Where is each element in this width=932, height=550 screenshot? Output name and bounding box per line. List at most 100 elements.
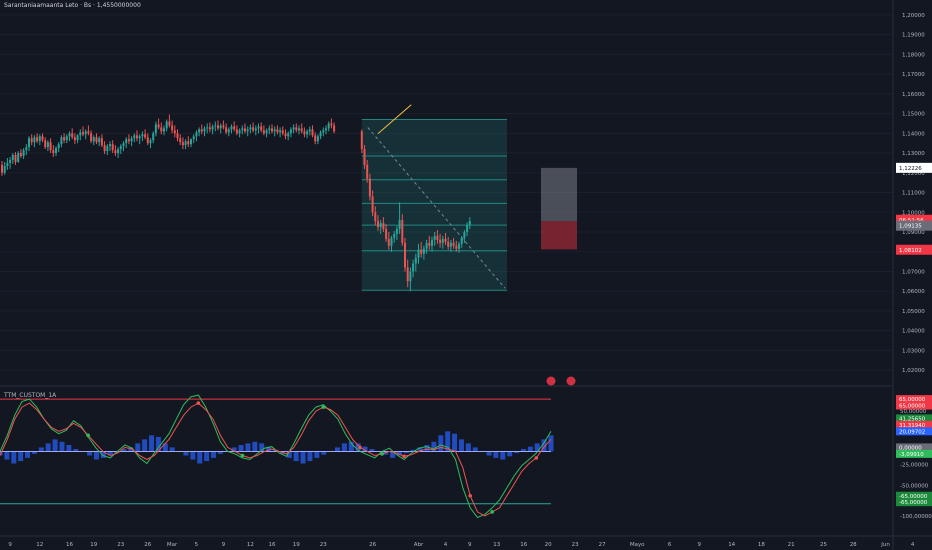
candle-body [233, 126, 236, 130]
histogram-bar [465, 443, 471, 452]
candle-body [200, 129, 203, 132]
candle-body [284, 133, 287, 137]
candle-body [360, 131, 363, 150]
time-tick-label: 12 [247, 542, 254, 548]
time-tick-label: Mar [167, 542, 178, 548]
candle-body [241, 128, 244, 131]
histogram-bar [204, 451, 210, 462]
candle-body [87, 131, 90, 134]
event-icon [566, 376, 576, 386]
candle-body [322, 130, 325, 133]
candle-body [68, 133, 71, 137]
price-tick-label: 1,06000 [902, 289, 925, 295]
histogram-bar [52, 439, 58, 452]
oscillator-pane: 65,0000065,0000050,0000041,2565031,31940… [0, 394, 932, 520]
candle-body [428, 242, 431, 246]
cross-dot [380, 452, 384, 456]
candle-body [276, 129, 279, 133]
candle-body [119, 146, 122, 150]
candle-body [165, 121, 168, 129]
candle-body [9, 159, 12, 163]
candle-body [468, 221, 471, 226]
candle-body [11, 155, 14, 160]
oscillator-value-text: -3,09910 [899, 452, 924, 458]
candle-body [90, 133, 93, 142]
time-tick-label: Mayo [630, 542, 645, 548]
candle-body [379, 223, 382, 228]
candle-body [179, 138, 182, 143]
time-tick-label: 25 [820, 542, 827, 548]
histogram-bar [11, 451, 17, 464]
time-tick-label: 16 [269, 542, 276, 548]
candle-body [144, 134, 147, 138]
price-label-text: 1,09135 [899, 224, 922, 230]
price-tick-label: 1,18000 [902, 52, 925, 58]
price-axis: 1,20000 1,19000 1,18000 1,17000 1,16000 1,150… [896, 13, 932, 374]
candle-body [195, 132, 198, 137]
candle-body [371, 196, 374, 213]
histogram-bar [438, 435, 444, 452]
time-tick-label: 26 [144, 542, 151, 548]
price-tick-label: 1,04000 [902, 329, 925, 335]
candle-body [160, 127, 163, 132]
event-icon [546, 376, 556, 386]
oscillator-tick-label: 50,00000 [900, 409, 927, 415]
time-tick-label: 9 [468, 542, 472, 548]
time-tick-label: 14 [728, 542, 735, 548]
candle-body [409, 271, 412, 282]
candle-body [368, 178, 371, 197]
candle-body [444, 238, 447, 242]
price-tick-label: 1,03000 [902, 348, 925, 354]
candle-body [219, 125, 222, 129]
candle-body [260, 126, 263, 131]
candle-body [271, 128, 273, 132]
candle-body [235, 129, 238, 134]
time-tick-label: 16 [520, 542, 527, 548]
cross-dot [358, 445, 362, 450]
cross-dot [468, 493, 472, 498]
histogram-bar [341, 443, 347, 452]
oscillator-tick-label: -50,00000 [900, 483, 929, 489]
candle-body [211, 126, 214, 130]
candle-body [298, 128, 300, 131]
candle-body [262, 130, 265, 134]
candle-body [306, 131, 309, 135]
price-label-text: 1,12226 [899, 166, 922, 172]
candle-body [217, 125, 219, 129]
histogram-bar [238, 445, 244, 452]
candle-body [333, 125, 336, 132]
histogram-bar [45, 443, 51, 452]
candle-body [63, 137, 66, 141]
cross-dot [490, 510, 495, 514]
candle-body [463, 231, 466, 238]
candle-body [387, 238, 390, 246]
candle-body [206, 127, 209, 129]
candle-body [254, 128, 257, 131]
cross-dot [240, 453, 245, 458]
histogram-bar [38, 447, 44, 452]
candle-body [325, 128, 327, 131]
candle-body [184, 141, 187, 146]
price-tick-label: 1,11000 [902, 191, 925, 197]
candle-body [385, 229, 388, 239]
candle-body [157, 124, 160, 128]
candle-body [208, 127, 211, 130]
candle-body [38, 136, 41, 142]
time-tick-label: 9 [222, 542, 226, 548]
candle-body [198, 129, 201, 133]
candle-body [308, 129, 311, 132]
candle-body [257, 126, 260, 129]
candle-body [401, 220, 404, 243]
price-chart[interactable]: 1,20000 1,19000 1,18000 1,17000 1,16000 1,150… [0, 0, 932, 550]
histogram-bar [424, 445, 430, 452]
candle-body [127, 139, 130, 142]
candle-body [79, 132, 82, 136]
price-tick-label: 1,07000 [902, 269, 925, 275]
histogram-bar [135, 443, 141, 452]
candle-body [300, 128, 303, 132]
cross-dot [402, 454, 406, 459]
candle-body [55, 148, 57, 154]
candle-body [441, 238, 444, 243]
candle-body [439, 239, 442, 243]
histogram-bar [507, 451, 513, 457]
